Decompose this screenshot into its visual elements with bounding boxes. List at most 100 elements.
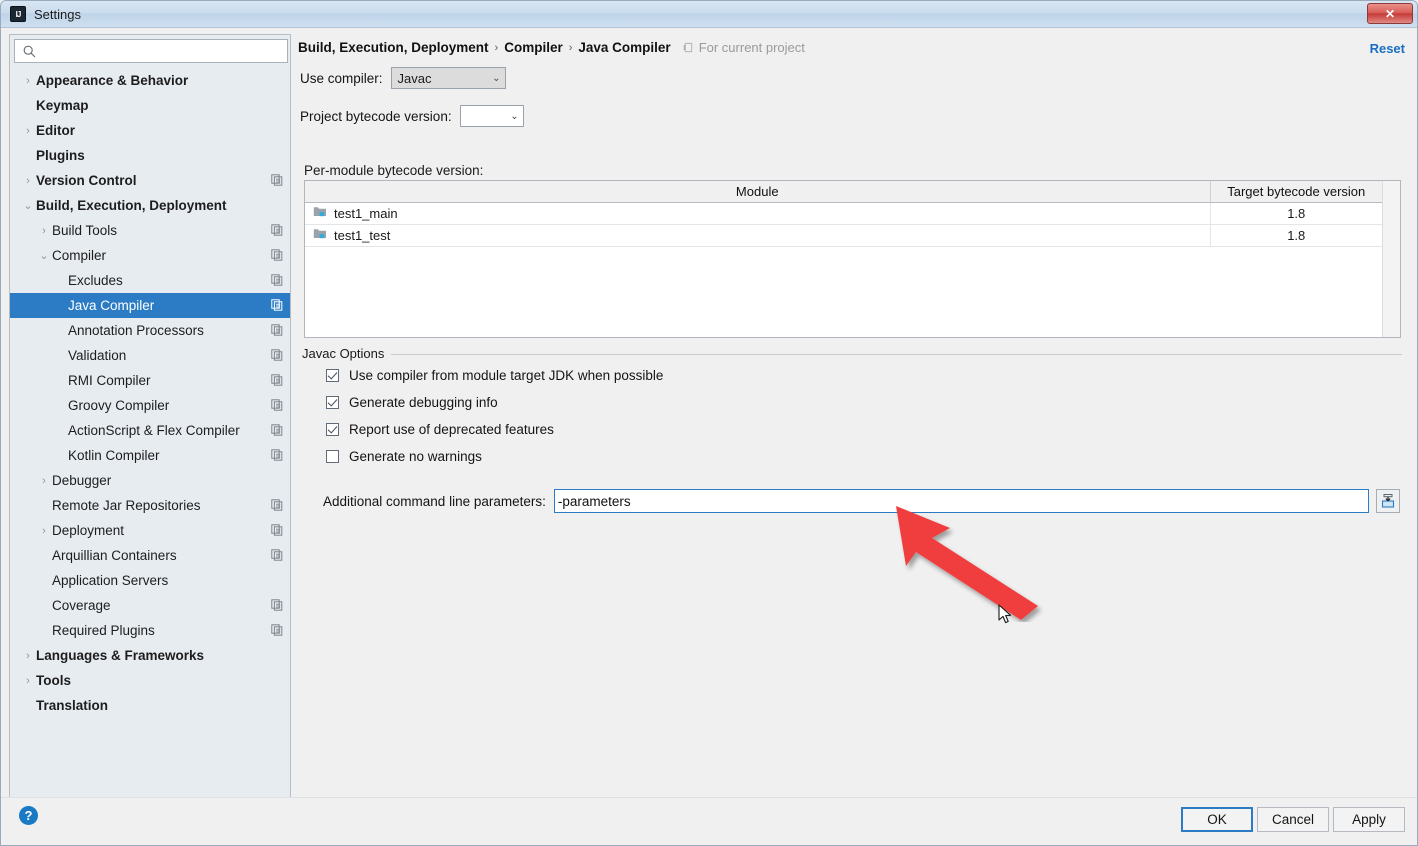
table-cell-module: test1_main xyxy=(305,202,1211,225)
project-bytecode-select[interactable]: ⌄ xyxy=(459,105,524,127)
chevron-right-icon[interactable]: › xyxy=(36,525,52,537)
sidebar-item-label: Plugins xyxy=(36,148,85,163)
sidebar-item-appearance-behavior[interactable]: › Appearance & Behavior xyxy=(10,68,290,93)
sidebar-item-plugins[interactable]: Plugins xyxy=(10,143,290,168)
project-settings-icon xyxy=(271,349,283,364)
checkbox-unchecked-icon[interactable] xyxy=(326,450,339,463)
sidebar-item-keymap[interactable]: Keymap xyxy=(10,93,290,118)
ok-button[interactable]: OK xyxy=(1181,807,1253,832)
sidebar-item-build-tools[interactable]: › Build Tools xyxy=(10,218,290,243)
table-vertical-scrollbar[interactable] xyxy=(1382,181,1400,337)
sidebar-item-application-servers[interactable]: Application Servers xyxy=(10,568,290,593)
settings-sidebar: › Appearance & Behavior Keymap › Editor Plugi… xyxy=(9,34,291,799)
search-input[interactable] xyxy=(39,41,287,61)
chevron-right-icon[interactable]: › xyxy=(20,175,36,187)
sidebar-item-remote-jar-repositories[interactable]: Remote Jar Repositories xyxy=(10,493,290,518)
intellij-idea-icon: IJ xyxy=(10,6,26,22)
chevron-right-icon[interactable]: › xyxy=(36,225,52,237)
sidebar-item-rmi-compiler[interactable]: RMI Compiler xyxy=(10,368,290,393)
close-icon[interactable]: ✕ xyxy=(1367,3,1413,24)
module-name: test1_main xyxy=(334,205,398,221)
sidebar-item-translation[interactable]: Translation xyxy=(10,693,290,718)
expand-editor-icon[interactable] xyxy=(1376,489,1400,513)
breadcrumb-separator: › xyxy=(494,41,499,54)
use-compiler-select[interactable]: Javac ⌄ xyxy=(390,67,506,89)
sidebar-item-excludes[interactable]: Excludes xyxy=(10,268,290,293)
project-settings-icon xyxy=(271,399,283,414)
checkbox-row-1[interactable]: Generate debugging info xyxy=(326,395,498,410)
project-settings-icon xyxy=(271,299,283,314)
search-box[interactable] xyxy=(14,39,288,63)
apply-button[interactable]: Apply xyxy=(1333,807,1405,832)
checkbox-label: Report use of deprecated features xyxy=(349,422,554,437)
breadcrumb-item-2[interactable]: Java Compiler xyxy=(578,40,670,55)
checkbox-checked-icon[interactable] xyxy=(326,396,339,409)
sidebar-item-build-execution-deployment[interactable]: ⌄ Build, Execution, Deployment xyxy=(10,193,290,218)
chevron-right-icon[interactable]: › xyxy=(36,475,52,487)
checkbox-row-2[interactable]: Report use of deprecated features xyxy=(326,422,554,437)
sidebar-item-label: Coverage xyxy=(52,598,111,613)
column-header-target-bytecode[interactable]: Target bytecode version xyxy=(1210,181,1382,203)
table-row[interactable]: test1_test 1.8 xyxy=(305,224,1382,247)
table-row[interactable]: test1_main 1.8 xyxy=(305,202,1382,225)
chevron-right-icon[interactable]: › xyxy=(20,650,36,662)
sidebar-item-kotlin-compiler[interactable]: Kotlin Compiler xyxy=(10,443,290,468)
chevron-right-icon[interactable]: › xyxy=(20,75,36,87)
project-settings-icon xyxy=(271,174,283,189)
project-bytecode-label: Project bytecode version: xyxy=(300,108,452,124)
checkbox-row-3[interactable]: Generate no warnings xyxy=(326,449,482,464)
sidebar-item-languages-frameworks[interactable]: › Languages & Frameworks xyxy=(10,643,290,668)
breadcrumb-item-1[interactable]: Compiler xyxy=(504,40,563,55)
checkbox-checked-icon[interactable] xyxy=(326,423,339,436)
sidebar-item-arquillian-containers[interactable]: Arquillian Containers xyxy=(10,543,290,568)
javac-options-title: Javac Options xyxy=(302,346,392,361)
table-cell-target-bytecode[interactable]: 1.8 xyxy=(1210,202,1382,225)
project-settings-icon xyxy=(271,424,283,439)
sidebar-item-tools[interactable]: › Tools xyxy=(10,668,290,693)
use-compiler-row: Use compiler: Javac ⌄ xyxy=(300,67,506,89)
table-cell-module: test1_test xyxy=(305,224,1211,247)
checkbox-label: Use compiler from module target JDK when… xyxy=(349,368,664,383)
search-icon xyxy=(19,45,39,58)
sidebar-item-label: Annotation Processors xyxy=(68,323,204,338)
chevron-right-icon[interactable]: › xyxy=(20,125,36,137)
help-icon[interactable]: ? xyxy=(19,806,38,825)
sidebar-item-label: Translation xyxy=(36,698,109,713)
sidebar-item-java-compiler[interactable]: Java Compiler xyxy=(10,293,290,318)
sidebar-item-label: Validation xyxy=(68,348,127,363)
sidebar-item-editor[interactable]: › Editor xyxy=(10,118,290,143)
sidebar-item-deployment[interactable]: › Deployment xyxy=(10,518,290,543)
sidebar-item-label: Build, Execution, Deployment xyxy=(36,198,227,213)
sidebar-item-required-plugins[interactable]: Required Plugins xyxy=(10,618,290,643)
reset-link[interactable]: Reset xyxy=(1370,41,1405,56)
javac-options-group: Javac Options xyxy=(302,346,1402,362)
sidebar-item-version-control[interactable]: › Version Control xyxy=(10,168,290,193)
sidebar-item-label: Languages & Frameworks xyxy=(36,648,205,663)
chevron-right-icon[interactable]: › xyxy=(20,675,36,687)
table-cell-target-bytecode[interactable]: 1.8 xyxy=(1210,224,1382,247)
sidebar-item-label: Remote Jar Repositories xyxy=(52,498,201,513)
checkbox-checked-icon[interactable] xyxy=(326,369,339,382)
chevron-down-icon[interactable]: ⌄ xyxy=(20,199,36,212)
per-module-label: Per-module bytecode version: xyxy=(304,163,484,178)
sidebar-item-coverage[interactable]: Coverage xyxy=(10,593,290,618)
sidebar-item-actionscript-flex-compiler[interactable]: ActionScript & Flex Compiler xyxy=(10,418,290,443)
project-bytecode-row: Project bytecode version: ⌄ xyxy=(300,105,524,127)
for-current-project-label: For current project xyxy=(698,40,805,55)
additional-params-input[interactable] xyxy=(553,489,1369,513)
chevron-down-icon[interactable]: ⌄ xyxy=(36,249,52,262)
cancel-button[interactable]: Cancel xyxy=(1257,807,1329,832)
sidebar-item-annotation-processors[interactable]: Annotation Processors xyxy=(10,318,290,343)
use-compiler-label: Use compiler: xyxy=(300,70,383,86)
sidebar-item-validation[interactable]: Validation xyxy=(10,343,290,368)
additional-params-row: Additional command line parameters: xyxy=(323,489,1369,513)
sidebar-item-compiler[interactable]: ⌄ Compiler xyxy=(10,243,290,268)
sidebar-item-debugger[interactable]: › Debugger xyxy=(10,468,290,493)
sidebar-item-groovy-compiler[interactable]: Groovy Compiler xyxy=(10,393,290,418)
project-settings-icon xyxy=(271,624,283,639)
checkbox-row-0[interactable]: Use compiler from module target JDK when… xyxy=(326,368,663,383)
column-header-module[interactable]: Module xyxy=(305,181,1211,203)
sidebar-item-label: Application Servers xyxy=(52,573,169,588)
breadcrumb-item-0[interactable]: Build, Execution, Deployment xyxy=(298,40,489,55)
sidebar-item-label: Appearance & Behavior xyxy=(36,73,189,88)
